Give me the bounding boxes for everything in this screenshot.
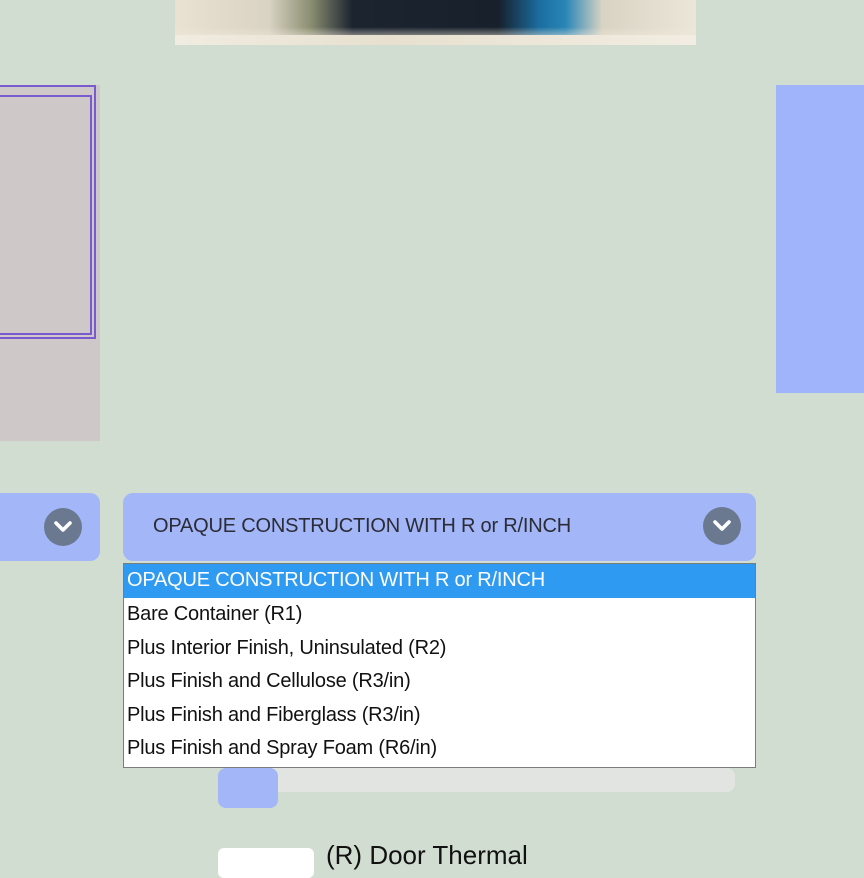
dropdown-option[interactable]: Plus Finish and Cellulose (R3/in) [124,665,755,699]
door-thermal-input[interactable] [218,848,314,878]
container-photo [175,0,696,45]
dropdown-option[interactable]: Plus Interior Finish, Uninsulated (R2) [124,632,755,666]
dropdown-option[interactable]: Bare Container (R1) [124,598,755,632]
dropdown-option[interactable]: Plus Finish and Spray Foam (R6/in) [124,732,755,766]
door-thermal-label: (R) Door Thermal [326,840,528,870]
dropdown-option[interactable]: Plus Finish and Fiberglass (R3/in) [124,699,755,733]
right-panel [776,85,864,393]
left-frame-inner [0,95,92,335]
chevron-down-icon[interactable] [44,508,82,546]
slider-thumb[interactable] [218,768,278,808]
construction-select[interactable]: OPAQUE CONSTRUCTION WITH R or R/INCH [123,493,756,561]
dropdown-option[interactable]: OPAQUE CONSTRUCTION WITH R or R/INCH [124,564,755,598]
construction-dropdown-list[interactable]: OPAQUE CONSTRUCTION WITH R or R/INCH Bar… [123,563,756,768]
slider-track[interactable] [255,768,735,792]
construction-select-label: OPAQUE CONSTRUCTION WITH R or R/INCH [153,515,571,537]
left-select[interactable] [0,493,100,561]
chevron-down-icon[interactable] [703,507,741,545]
